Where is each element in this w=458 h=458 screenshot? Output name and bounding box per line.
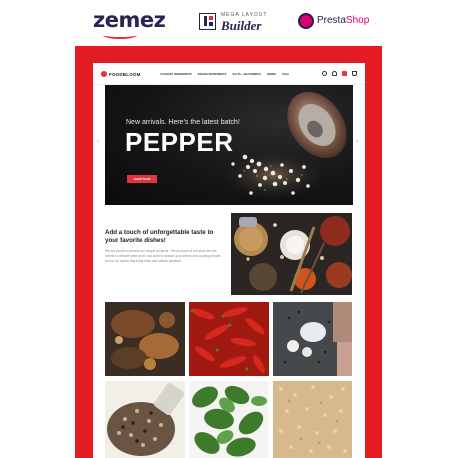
- cart-icon[interactable]: [352, 71, 357, 76]
- hero-subtitle: New arrivals. Here's the latest batch!: [126, 119, 240, 126]
- header-icons: [322, 71, 357, 76]
- hero-title: PEPPER: [125, 127, 234, 157]
- search-icon[interactable]: [322, 71, 327, 76]
- spice-tile-peppercorn-mix[interactable]: [105, 381, 185, 458]
- nav-item-herbs[interactable]: HERBS: [267, 73, 276, 76]
- wishlist-icon[interactable]: [342, 71, 347, 76]
- user-icon[interactable]: [332, 71, 337, 76]
- prestashop-wordmark-presta: Presta: [317, 15, 346, 26]
- zemez-logo: zemez: [93, 8, 166, 39]
- nav-item-baking-ingredients[interactable]: BAKING INGREDIENTS: [198, 73, 227, 76]
- nav-item-sale[interactable]: SALE: [282, 73, 289, 76]
- main-nav: CULINARY INGREDIENTS BAKING INGREDIENTS …: [160, 73, 289, 76]
- spice-tile-dried-spices[interactable]: [105, 302, 185, 376]
- slider-prev-arrow-icon[interactable]: ‹: [97, 139, 99, 145]
- spices-feature-image: [231, 213, 352, 295]
- intro-heading: Add a touch of unforgettable taste to yo…: [105, 229, 214, 244]
- hero-slider[interactable]: New arrivals. Here's the latest batch! P…: [105, 85, 353, 205]
- zemez-smile-mark: [103, 31, 137, 39]
- slider-next-arrow-icon[interactable]: ›: [356, 139, 358, 145]
- hero-shop-button[interactable]: SHOP NOW: [127, 175, 157, 183]
- layout-grid-icon: [199, 13, 216, 30]
- prestashop-wordmark: PrestaShop: [317, 15, 369, 26]
- builder-label: Builder: [221, 18, 262, 33]
- store-header: FOODBLOOM CULINARY INGREDIENTS BAKING IN…: [93, 63, 365, 85]
- nav-item-culinary-ingredients[interactable]: CULINARY INGREDIENTS: [160, 73, 192, 76]
- spice-tile-fresh-herbs[interactable]: [189, 381, 269, 458]
- store-logo-icon: [101, 71, 107, 77]
- partner-logos: zemez MEGA LAYOUT Builder PrestaShop: [0, 0, 458, 44]
- store-preview: FOODBLOOM CULINARY INGREDIENTS BAKING IN…: [93, 63, 365, 458]
- store-logo-text: FOODBLOOM: [109, 71, 141, 77]
- spice-tile-salt-garlic[interactable]: [273, 302, 352, 376]
- store-logo[interactable]: FOODBLOOM: [101, 71, 141, 77]
- prestashop-puffin-icon: [298, 13, 314, 29]
- intro-body: We are proud to present our unique produ…: [105, 249, 221, 263]
- spice-tile-chili-peppers[interactable]: [189, 302, 269, 376]
- zemez-logo-text: zemez: [93, 8, 166, 32]
- spice-tile-grain-salt[interactable]: [273, 381, 352, 458]
- prestashop-wordmark-shop: Shop: [345, 15, 370, 26]
- nav-item-salts-seasonings[interactable]: SALTS + SEASONINGS: [232, 73, 261, 76]
